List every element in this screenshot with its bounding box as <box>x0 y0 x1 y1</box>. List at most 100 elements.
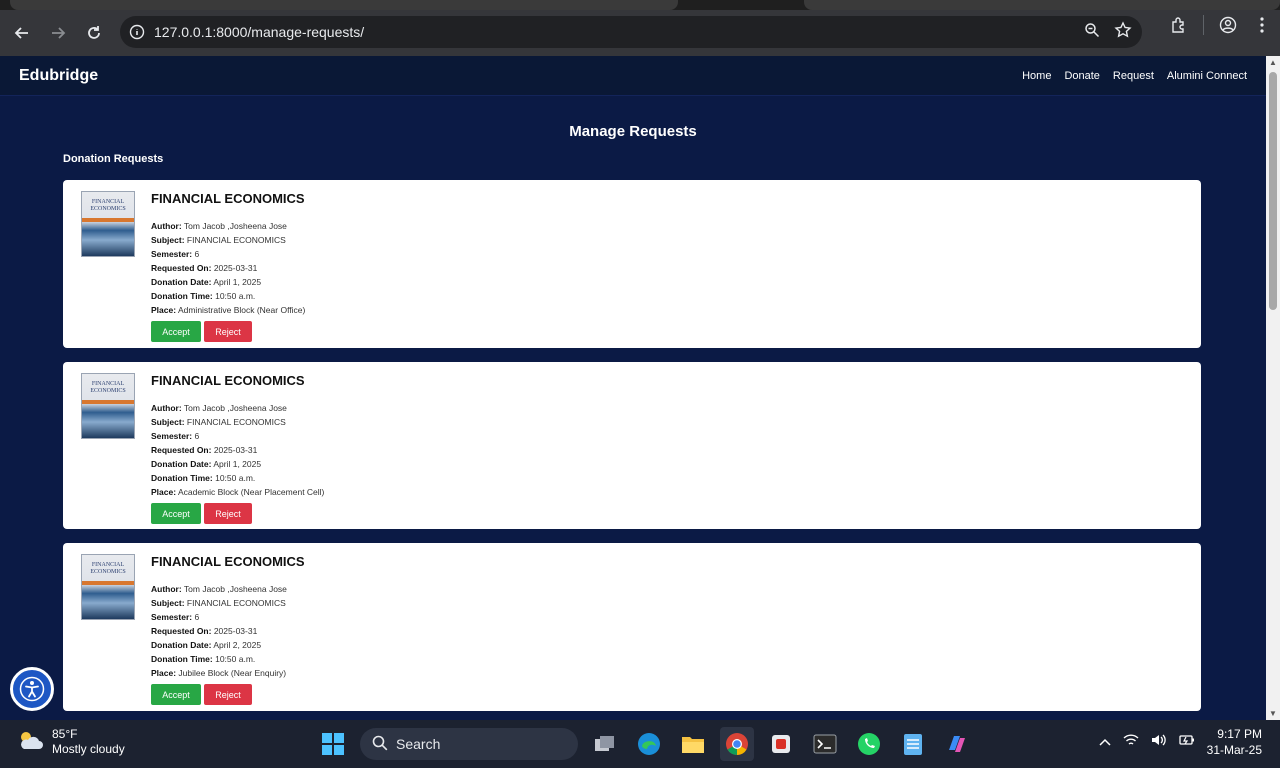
battery-icon[interactable] <box>1178 733 1195 752</box>
system-clock[interactable]: 9:17 PM 31-Mar-25 <box>1207 726 1262 758</box>
volume-icon[interactable] <box>1151 733 1167 752</box>
donation-date-value: April 1, 2025 <box>213 277 262 287</box>
book-cover-image: FINANCIAL ECONOMICS <box>81 373 135 439</box>
subject-value: FINANCIAL ECONOMICS <box>186 417 286 427</box>
reject-button[interactable]: Reject <box>204 684 252 705</box>
search-label: Search <box>396 736 441 752</box>
nav-link-request[interactable]: Request <box>1113 70 1154 82</box>
task-view-icon[interactable] <box>588 727 622 761</box>
subject-row: Subject: FINANCIAL ECONOMICS <box>151 233 305 247</box>
author-value: Tom Jacob ,Josheena Jose <box>183 403 287 413</box>
page-scrollbar[interactable]: ▲ ▼ <box>1266 56 1280 720</box>
author-row: Author: Tom Jacob ,Josheena Jose <box>151 582 305 596</box>
scroll-up-icon[interactable]: ▲ <box>1266 58 1280 67</box>
weather-desc: Mostly cloudy <box>52 742 125 756</box>
zoom-icon[interactable] <box>1084 22 1100 43</box>
requested-on-value: 2025-03-31 <box>213 263 258 273</box>
back-icon[interactable] <box>4 15 40 51</box>
semester-value: 6 <box>194 431 200 441</box>
reload-icon[interactable] <box>76 15 112 51</box>
brand-logo[interactable]: Edubridge <box>19 67 98 85</box>
requested-on-label: Requested On: <box>151 445 212 455</box>
action-buttons: Accept Reject <box>151 321 305 342</box>
semester-label: Semester: <box>151 249 193 259</box>
cloud-icon <box>16 729 44 756</box>
author-label: Author: <box>151 221 182 231</box>
url-text[interactable]: 127.0.0.1:8000/manage-requests/ <box>154 24 364 40</box>
donation-date-row: Donation Date: April 1, 2025 <box>151 275 305 289</box>
book-cover-image: FINANCIAL ECONOMICS <box>81 554 135 620</box>
nav-link-home[interactable]: Home <box>1022 70 1051 82</box>
accept-button[interactable]: Accept <box>151 503 201 524</box>
subject-row: Subject: FINANCIAL ECONOMICS <box>151 596 305 610</box>
more-menu-icon[interactable] <box>1252 17 1272 33</box>
chevron-up-icon[interactable] <box>1099 733 1111 751</box>
reject-button[interactable]: Reject <box>204 321 252 342</box>
cover-stripe <box>82 581 134 585</box>
whatsapp-icon[interactable] <box>852 727 886 761</box>
accessibility-icon[interactable] <box>10 667 54 711</box>
subject-label: Subject: <box>151 417 185 427</box>
address-bar[interactable]: 127.0.0.1:8000/manage-requests/ <box>120 16 1142 48</box>
cover-stripe <box>82 218 134 222</box>
forward-icon[interactable] <box>40 15 76 51</box>
windows-start-icon[interactable] <box>316 727 350 761</box>
site-info-icon[interactable] <box>120 24 154 40</box>
place-label: Place: <box>151 668 177 678</box>
request-details: FINANCIAL ECONOMICS Author: Tom Jacob ,J… <box>151 554 305 705</box>
author-row: Author: Tom Jacob ,Josheena Jose <box>151 401 324 415</box>
profile-icon[interactable] <box>1214 16 1242 34</box>
copilot-icon[interactable] <box>940 727 974 761</box>
app-red-icon[interactable] <box>764 727 798 761</box>
semester-row: Semester: 6 <box>151 429 324 443</box>
place-row: Place: Administrative Block (Near Office… <box>151 303 305 317</box>
reject-button[interactable]: Reject <box>204 503 252 524</box>
place-value: Jubilee Block (Near Enquiry) <box>178 668 287 678</box>
toolbar-divider <box>1203 15 1204 35</box>
book-title: FINANCIAL ECONOMICS <box>151 191 305 206</box>
donation-time-label: Donation Time: <box>151 473 213 483</box>
request-details: FINANCIAL ECONOMICS Author: Tom Jacob ,J… <box>151 373 324 524</box>
clock-time: 9:17 PM <box>1217 727 1262 741</box>
requested-on-row: Requested On: 2025-03-31 <box>151 443 324 457</box>
browser-tab[interactable] <box>804 0 1280 10</box>
file-explorer-icon[interactable] <box>676 727 710 761</box>
clock-date: 31-Mar-25 <box>1206 743 1262 757</box>
scroll-down-icon[interactable]: ▼ <box>1266 709 1280 718</box>
requested-on-row: Requested On: 2025-03-31 <box>151 624 305 638</box>
nav-link-donate[interactable]: Donate <box>1064 70 1099 82</box>
action-buttons: Accept Reject <box>151 503 324 524</box>
extensions-icon[interactable] <box>1165 16 1193 34</box>
subject-label: Subject: <box>151 598 185 608</box>
request-card: FINANCIAL ECONOMICS FINANCIAL ECONOMICS … <box>63 362 1201 529</box>
accept-button[interactable]: Accept <box>151 321 201 342</box>
request-card: FINANCIAL ECONOMICS FINANCIAL ECONOMICS … <box>63 543 1201 711</box>
taskbar-search-input[interactable]: Search <box>360 728 578 760</box>
author-label: Author: <box>151 584 182 594</box>
subject-value: FINANCIAL ECONOMICS <box>186 598 286 608</box>
requested-on-label: Requested On: <box>151 626 212 636</box>
chrome-icon[interactable] <box>720 727 754 761</box>
terminal-icon[interactable] <box>808 727 842 761</box>
notepad-icon[interactable] <box>896 727 930 761</box>
wifi-icon[interactable] <box>1123 733 1139 752</box>
section-title: Donation Requests <box>63 153 164 165</box>
semester-label: Semester: <box>151 612 193 622</box>
requested-on-row: Requested On: 2025-03-31 <box>151 261 305 275</box>
edge-browser-icon[interactable] <box>632 727 666 761</box>
semester-value: 6 <box>194 612 200 622</box>
subject-label: Subject: <box>151 235 185 245</box>
donation-date-value: April 1, 2025 <box>213 459 262 469</box>
place-row: Place: Jubilee Block (Near Enquiry) <box>151 666 305 680</box>
site-navbar: Edubridge Home Donate Request Alumini Co… <box>0 56 1266 96</box>
cover-title-text: FINANCIAL ECONOMICS <box>90 562 126 575</box>
taskbar-apps: Search <box>316 726 974 762</box>
donation-date-label: Donation Date: <box>151 459 212 469</box>
accept-button[interactable]: Accept <box>151 684 201 705</box>
bookmark-star-icon[interactable] <box>1114 20 1132 44</box>
author-value: Tom Jacob ,Josheena Jose <box>183 584 287 594</box>
browser-tab[interactable] <box>10 0 678 10</box>
nav-link-alumni-connect[interactable]: Alumini Connect <box>1167 70 1247 82</box>
scrollbar-thumb[interactable] <box>1269 72 1277 310</box>
weather-widget[interactable]: 85°F Mostly cloudy <box>16 727 125 757</box>
